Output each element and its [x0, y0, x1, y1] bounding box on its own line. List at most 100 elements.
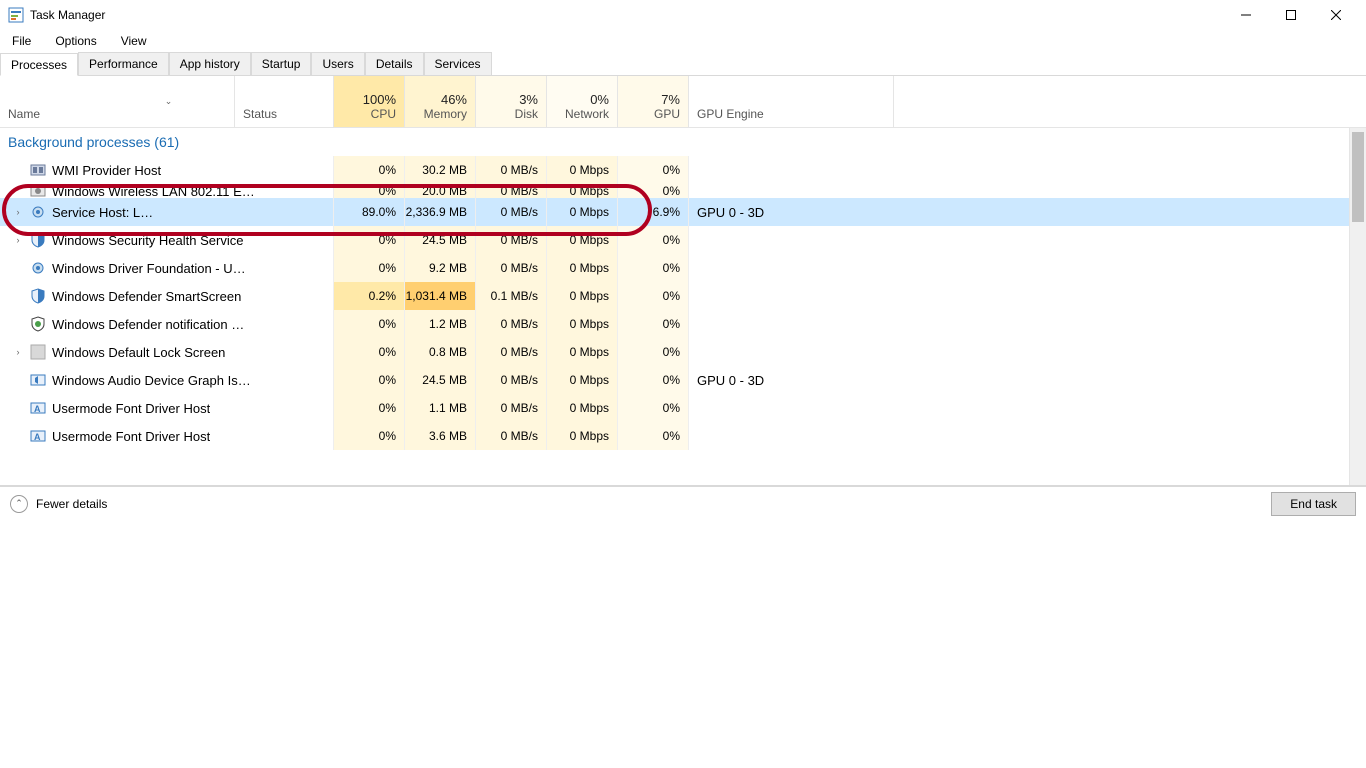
process-row[interactable]: ›Service Host: L…89.0%2,336.9 MB0 MB/s0 …: [0, 198, 1366, 226]
tab-details[interactable]: Details: [365, 52, 424, 75]
column-gpu-engine[interactable]: GPU Engine: [689, 76, 894, 127]
network-value: 0 Mbps: [547, 394, 618, 422]
cpu-value: 0%: [334, 226, 405, 254]
titlebar: Task Manager: [0, 0, 1366, 30]
process-row[interactable]: Windows Defender notification …0%1.2 MB0…: [0, 310, 1366, 338]
network-value: 0 Mbps: [547, 184, 618, 198]
close-button[interactable]: [1313, 0, 1358, 30]
expander-icon[interactable]: ›: [12, 207, 24, 217]
column-cpu[interactable]: 100% CPU: [334, 76, 405, 127]
shield-icon: [30, 288, 46, 304]
process-row[interactable]: Windows Defender SmartScreen0.2%1,031.4 …: [0, 282, 1366, 310]
process-name-cell[interactable]: AUsermode Font Driver Host: [0, 422, 334, 450]
process-name-cell[interactable]: Windows Defender SmartScreen: [0, 282, 334, 310]
memory-value: 1,031.4 MB: [405, 282, 476, 310]
process-row[interactable]: ›Windows Default Lock Screen0%0.8 MB0 MB…: [0, 338, 1366, 366]
gpu-engine-value: [689, 226, 894, 254]
gpu-engine-value: GPU 0 - 3D: [689, 366, 894, 394]
group-header-background[interactable]: Background processes (61): [0, 128, 1366, 156]
gpu-value: 0%: [618, 422, 689, 450]
gpu-value: 0%: [618, 310, 689, 338]
vertical-scrollbar[interactable]: [1349, 128, 1366, 485]
gpu-engine-value: [689, 254, 894, 282]
fewer-details-button[interactable]: ⌃ Fewer details: [10, 495, 107, 513]
gpu-engine-value: [689, 156, 894, 184]
gear-icon: [30, 204, 46, 220]
shield-icon: [30, 232, 46, 248]
font-icon: A: [30, 400, 46, 416]
process-name-cell[interactable]: Windows Audio Device Graph Is…: [0, 366, 334, 394]
gpu-engine-value: GPU 0 - 3D: [689, 198, 894, 226]
process-name: Service Host: L…: [52, 205, 153, 220]
column-gpu[interactable]: 7% GPU: [618, 76, 689, 127]
disk-value: 0 MB/s: [476, 254, 547, 282]
disk-value: 0 MB/s: [476, 338, 547, 366]
process-row[interactable]: Windows Wireless LAN 802.11 E… 0% 20.0 MB 0…: [0, 184, 1366, 198]
gpu-engine-value: [689, 282, 894, 310]
scroll-thumb[interactable]: [1352, 132, 1364, 222]
menu-options[interactable]: Options: [51, 31, 100, 51]
svc-icon: [30, 184, 46, 198]
process-name: Windows Defender SmartScreen: [52, 289, 241, 304]
gpu-value: 0%: [618, 338, 689, 366]
cpu-value: 0%: [334, 156, 405, 184]
maximize-button[interactable]: [1268, 0, 1313, 30]
menu-file[interactable]: File: [8, 31, 35, 51]
tab-users[interactable]: Users: [311, 52, 364, 75]
gpu-engine-value: [689, 310, 894, 338]
gpu-engine-value: [689, 394, 894, 422]
process-name-cell[interactable]: Windows Defender notification …: [0, 310, 334, 338]
column-status[interactable]: Status: [235, 76, 334, 127]
tab-processes[interactable]: Processes: [0, 53, 78, 76]
gpu-value: 0%: [618, 184, 689, 198]
process-name-cell[interactable]: WMI Provider Host: [0, 156, 334, 184]
memory-value: 30.2 MB: [405, 156, 476, 184]
process-row[interactable]: ›Windows Security Health Service0%24.5 M…: [0, 226, 1366, 254]
process-name: Usermode Font Driver Host: [52, 401, 210, 416]
cpu-value: 0%: [334, 254, 405, 282]
cpu-value: 0%: [334, 422, 405, 450]
process-name-cell[interactable]: ›Windows Security Health Service: [0, 226, 334, 254]
process-name-cell[interactable]: ›Windows Default Lock Screen: [0, 338, 334, 366]
disk-value: 0 MB/s: [476, 198, 547, 226]
column-disk[interactable]: 3% Disk: [476, 76, 547, 127]
disk-value: 0 MB/s: [476, 310, 547, 338]
column-memory[interactable]: 46% Memory: [405, 76, 476, 127]
network-value: 0 Mbps: [547, 156, 618, 184]
process-row[interactable]: AUsermode Font Driver Host0%1.1 MB0 MB/s…: [0, 394, 1366, 422]
gpu-engine-value: [689, 184, 894, 198]
gpu-value: 6.9%: [618, 198, 689, 226]
tab-services[interactable]: Services: [424, 52, 492, 75]
end-task-button[interactable]: End task: [1271, 492, 1356, 516]
column-name[interactable]: ⌄ Name: [0, 76, 235, 127]
process-row[interactable]: Windows Driver Foundation - U…0%9.2 MB0 …: [0, 254, 1366, 282]
column-network[interactable]: 0% Network: [547, 76, 618, 127]
memory-value: 24.5 MB: [405, 366, 476, 394]
process-name-cell[interactable]: Windows Wireless LAN 802.11 E…: [0, 184, 334, 198]
menubar: File Options View: [0, 30, 1366, 52]
process-name-cell[interactable]: A Usermode Font Driver Host: [0, 394, 334, 422]
expander-icon[interactable]: ›: [12, 347, 24, 357]
expander-icon[interactable]: ›: [12, 235, 24, 245]
tab-startup[interactable]: Startup: [251, 52, 312, 75]
memory-value: 9.2 MB: [405, 254, 476, 282]
memory-value: 20.0 MB: [405, 184, 476, 198]
memory-value: 2,336.9 MB: [405, 198, 476, 226]
disk-value: 0 MB/s: [476, 422, 547, 450]
network-value: 0 Mbps: [547, 282, 618, 310]
process-name: Windows Defender notification …: [52, 317, 244, 332]
gpu-value: 0%: [618, 254, 689, 282]
process-row[interactable]: Windows Audio Device Graph Is…0%24.5 MB0…: [0, 366, 1366, 394]
menu-view[interactable]: View: [117, 31, 151, 51]
cpu-value: 0%: [334, 310, 405, 338]
tab-performance[interactable]: Performance: [78, 52, 169, 75]
network-value: 0 Mbps: [547, 226, 618, 254]
cpu-value: 89.0%: [334, 198, 405, 226]
cpu-value: 0%: [334, 338, 405, 366]
process-row[interactable]: WMI Provider Host0%30.2 MB0 MB/s0 Mbps0%: [0, 156, 1366, 184]
tab-app-history[interactable]: App history: [169, 52, 251, 75]
minimize-button[interactable]: [1223, 0, 1268, 30]
process-row[interactable]: AUsermode Font Driver Host0%3.6 MB0 MB/s…: [0, 422, 1366, 450]
process-name-cell[interactable]: Windows Driver Foundation - U…: [0, 254, 334, 282]
process-name-cell[interactable]: › Service Host: L…: [0, 198, 334, 226]
